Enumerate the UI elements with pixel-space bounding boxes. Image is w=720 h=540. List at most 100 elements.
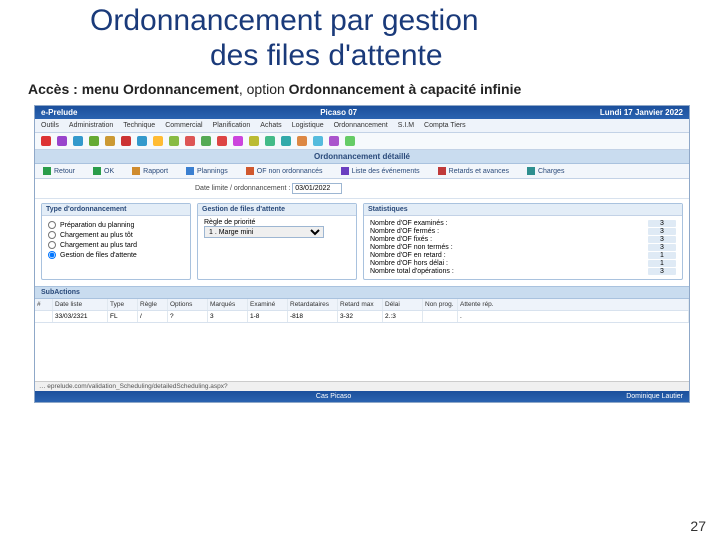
action-icon (246, 167, 254, 175)
toolbar-icon-2[interactable] (73, 136, 83, 146)
toolbar-icon-1[interactable] (57, 136, 67, 146)
col-header[interactable]: Options (168, 299, 208, 310)
panel-statistiques: Statistiques Nombre d'OF examinés :3Nomb… (363, 203, 683, 280)
menu-logistique[interactable]: Logistique (292, 122, 324, 129)
menu-administration[interactable]: Administration (69, 122, 113, 129)
radio-option-2[interactable] (48, 241, 56, 249)
cell: 2.:3 (383, 311, 423, 322)
stat-label: Nombre d'OF en retard : (370, 252, 446, 259)
toolbar-icon-4[interactable] (105, 136, 115, 146)
cell: / (138, 311, 168, 322)
stat-value: 3 (648, 236, 676, 243)
radio-option-3[interactable] (48, 251, 56, 259)
stat-label: Nombre d'OF fixés : (370, 236, 432, 243)
footer-center: Cas Picaso (316, 393, 351, 400)
action-ok[interactable]: OK (93, 167, 114, 175)
action-retour[interactable]: Retour (43, 167, 75, 175)
cell: 3-32 (338, 311, 383, 322)
radio-option-1[interactable] (48, 231, 56, 239)
radio-row: Chargement au plus tard (48, 241, 184, 249)
toolbar-icon-7[interactable] (153, 136, 163, 146)
panel1-title: Type d'ordonnancement (42, 204, 190, 216)
radio-row: Gestion de files d'attente (48, 251, 184, 259)
col-header[interactable]: Retard max (338, 299, 383, 310)
radio-label: Préparation du planning (60, 222, 134, 229)
access-menu: Ordonnancement (123, 81, 239, 97)
toolbar-icon-10[interactable] (201, 136, 211, 146)
col-header[interactable]: Marqués (208, 299, 248, 310)
date-input[interactable] (292, 183, 342, 194)
col-header[interactable]: Date liste (53, 299, 108, 310)
radio-row: Chargement au plus tôt (48, 231, 184, 239)
stat-row: Nombre d'OF non termés :3 (370, 244, 676, 251)
app-name: e-Prelude (41, 108, 77, 117)
menu-compta tiers[interactable]: Compta Tiers (424, 122, 466, 129)
toolbar-icon-0[interactable] (41, 136, 51, 146)
menu-s.i.m[interactable]: S.I.M (398, 122, 414, 129)
menu-planification[interactable]: Planification (213, 122, 251, 129)
stat-row: Nombre d'OF fermés :3 (370, 228, 676, 235)
panel-files-attente: Gestion de files d'attente Règle de prio… (197, 203, 357, 280)
action-icon (132, 167, 140, 175)
toolbar-icon-15[interactable] (281, 136, 291, 146)
action-bar: Retour OK Rapport Plannings OF non ordonnanc… (35, 164, 689, 179)
table-row[interactable]: 33/03/2321FL/?31-8-8183-322.:3. (35, 311, 689, 323)
action-liste-des-événements[interactable]: Liste des événements (341, 167, 420, 175)
toolbar-icon-17[interactable] (313, 136, 323, 146)
toolbar-icon-16[interactable] (297, 136, 307, 146)
toolbar-icon-12[interactable] (233, 136, 243, 146)
stat-label: Nombre d'OF examinés : (370, 220, 448, 227)
col-header[interactable]: Non prog. (423, 299, 458, 310)
toolbar-icon-14[interactable] (265, 136, 275, 146)
stat-value: 3 (648, 220, 676, 227)
cell: 1-8 (248, 311, 288, 322)
stat-value: 3 (648, 244, 676, 251)
stat-label: Nombre d'OF fermés : (370, 228, 439, 235)
col-header[interactable]: Attente rép. (458, 299, 689, 310)
col-header[interactable]: Examiné (248, 299, 288, 310)
rule-select[interactable]: 1 . Marge mini (204, 226, 324, 238)
menu-outils[interactable]: Outils (41, 122, 59, 129)
col-header[interactable]: # (35, 299, 53, 310)
action-charges[interactable]: Charges (527, 167, 564, 175)
action-label: Charges (538, 168, 564, 175)
rule-label: Règle de priorité (204, 219, 350, 226)
menu-commercial[interactable]: Commercial (165, 122, 202, 129)
cell: -818 (288, 311, 338, 322)
toolbar-icon-11[interactable] (217, 136, 227, 146)
menu-achats[interactable]: Achats (260, 122, 281, 129)
toolbar-icon-8[interactable] (169, 136, 179, 146)
action-plannings[interactable]: Plannings (186, 167, 228, 175)
stat-row: Nombre d'OF en retard :1 (370, 252, 676, 259)
toolbar-icon-3[interactable] (89, 136, 99, 146)
col-header[interactable]: Retardataires (288, 299, 338, 310)
grid-body: 33/03/2321FL/?31-8-8183-322.:3. (35, 311, 689, 381)
action-icon (186, 167, 194, 175)
radio-option-0[interactable] (48, 221, 56, 229)
action-icon (527, 167, 535, 175)
action-label: Retards et avances (449, 168, 509, 175)
action-of-non-ordonnancés[interactable]: OF non ordonnancés (246, 167, 323, 175)
col-header[interactable]: Type (108, 299, 138, 310)
page-number: 27 (690, 518, 706, 534)
col-header[interactable]: Délai (383, 299, 423, 310)
toolbar-icon-18[interactable] (329, 136, 339, 146)
subactions-header: SubActions (35, 286, 689, 299)
menu-technique[interactable]: Technique (123, 122, 155, 129)
action-retards-et-avances[interactable]: Retards et avances (438, 167, 509, 175)
app-date: Lundi 17 Janvier 2022 (600, 108, 683, 117)
toolbar-icon-13[interactable] (249, 136, 259, 146)
app-window: e-Prelude Picaso 07 Lundi 17 Janvier 202… (34, 105, 690, 403)
page-subheader: Ordonnancement détaillé (35, 150, 689, 164)
toolbar-icon-5[interactable] (121, 136, 131, 146)
title-line2: des files d'attente (90, 39, 720, 74)
radio-label: Chargement au plus tard (60, 242, 137, 249)
toolbar-icon-6[interactable] (137, 136, 147, 146)
cell: 33/03/2321 (53, 311, 108, 322)
col-header[interactable]: Règle (138, 299, 168, 310)
panel3-title: Statistiques (364, 204, 682, 216)
toolbar-icon-19[interactable] (345, 136, 355, 146)
toolbar-icon-9[interactable] (185, 136, 195, 146)
menu-ordonnancement[interactable]: Ordonnancement (334, 122, 388, 129)
action-rapport[interactable]: Rapport (132, 167, 168, 175)
